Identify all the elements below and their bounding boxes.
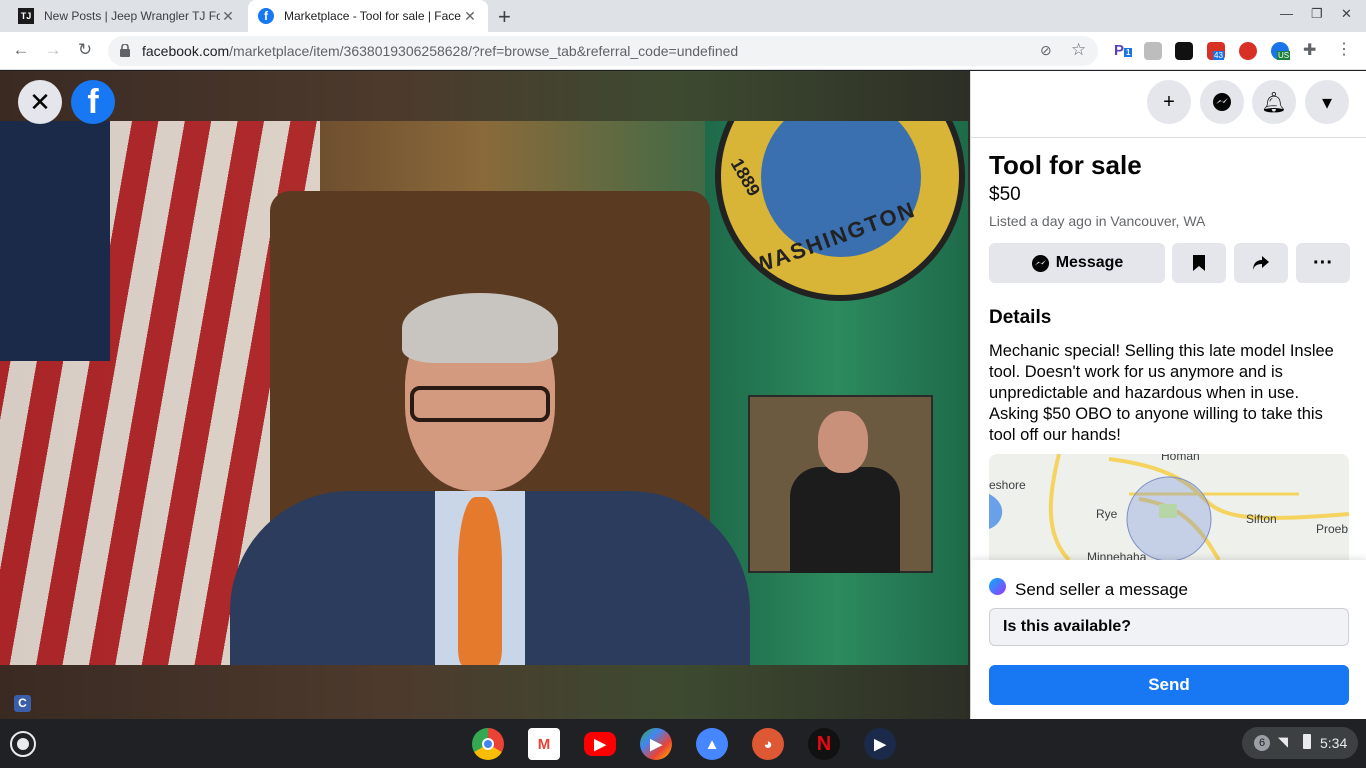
speaker-hair: [402, 293, 558, 363]
account-chevron-down-icon[interactable]: ▾: [1305, 80, 1349, 124]
tie: [458, 497, 502, 665]
create-plus-icon[interactable]: +: [1147, 80, 1191, 124]
extensions-puzzle-icon[interactable]: ✚: [1303, 40, 1321, 59]
facebook-logo-icon[interactable]: f: [71, 80, 115, 124]
extension-shield-icon[interactable]: [1239, 42, 1257, 60]
notifications-bell-icon[interactable]: 🔔︎: [1252, 80, 1296, 124]
interpreter-body: [790, 467, 900, 573]
listing-meta: Listed a day ago in Vancouver, WA: [989, 213, 1206, 229]
close-tab-icon[interactable]: ✕: [462, 8, 478, 25]
message-button[interactable]: Message: [989, 243, 1165, 283]
close-viewer-button[interactable]: ✕: [18, 80, 62, 124]
tab-marketplace[interactable]: f Marketplace - Tool for sale | Face ✕: [248, 0, 488, 32]
reload-icon[interactable]: ↻: [74, 40, 96, 60]
map-label: eshore: [989, 478, 1026, 492]
save-button[interactable]: [1172, 243, 1226, 283]
details-text: Mechanic special! Selling this late mode…: [989, 342, 1334, 444]
tab-jeep-forum[interactable]: TJ New Posts | Jeep Wrangler TJ Fo ✕: [8, 0, 246, 32]
details-heading: Details: [989, 307, 1052, 328]
bookmark-icon: [1193, 255, 1205, 271]
launcher-icon[interactable]: [10, 731, 36, 757]
close-window-icon[interactable]: ✕: [1341, 6, 1352, 22]
more-options-button[interactable]: ···: [1296, 243, 1350, 283]
battery-icon: [1303, 734, 1311, 749]
speaker: [230, 293, 750, 665]
lock-icon: [120, 44, 130, 57]
tab-title: Marketplace - Tool for sale | Face: [284, 9, 461, 23]
extension-gray-icon[interactable]: [1144, 42, 1162, 60]
listing-title: Tool for sale: [989, 150, 1142, 180]
youtube-icon[interactable]: ▶: [584, 732, 616, 756]
share-arrow-icon: [1253, 256, 1269, 270]
extension-dark-icon[interactable]: [1175, 42, 1193, 60]
play-store-icon[interactable]: ▶: [640, 728, 672, 760]
extension-vpn-icon[interactable]: US: [1271, 42, 1291, 60]
tab-strip: TJ New Posts | Jeep Wrangler TJ Fo ✕ f M…: [0, 0, 1366, 32]
extension-p-icon[interactable]: P1: [1114, 42, 1133, 60]
corner-c-icon[interactable]: C: [14, 695, 31, 712]
top-icon-bar: + 🔔︎ ▾: [971, 71, 1366, 138]
tab-title: New Posts | Jeep Wrangler TJ Fo: [44, 9, 220, 23]
extension-red-icon[interactable]: 43: [1207, 42, 1225, 60]
media-player-icon[interactable]: ▶: [864, 728, 896, 760]
interpreter-head: [818, 411, 868, 473]
message-input[interactable]: [989, 608, 1349, 646]
browser-toolbar: ← → ↻ facebook.com/marketplace/item/3638…: [0, 32, 1366, 70]
chrome-icon[interactable]: [472, 728, 504, 760]
restore-icon[interactable]: ❐: [1311, 6, 1323, 22]
location-map[interactable]: Homan eshore Rye Sifton Proeb Minnehaha: [989, 454, 1349, 560]
tj-favicon-icon: TJ: [18, 8, 34, 24]
duckduckgo-icon[interactable]: ◕: [752, 728, 784, 760]
send-button[interactable]: Send: [989, 665, 1349, 705]
url-text: facebook.com/marketplace/item/3638019306…: [142, 43, 739, 59]
sign-interpreter-inset: [748, 395, 933, 573]
listing-price: $50: [989, 184, 1021, 205]
glasses: [410, 386, 550, 422]
forward-icon[interactable]: →: [42, 40, 64, 60]
us-flag-field: [0, 121, 110, 361]
map-label: Rye: [1096, 507, 1118, 521]
nordvpn-icon[interactable]: ▲: [696, 728, 728, 760]
messenger-icon: [1031, 254, 1049, 272]
notification-count: 6: [1254, 735, 1270, 751]
eye-off-icon[interactable]: ⊘: [1040, 42, 1052, 59]
wifi-icon: ◥: [1278, 734, 1288, 749]
new-tab-icon[interactable]: +: [498, 4, 511, 30]
photo-viewer: WASHINGTON 1889 ✕ f C: [0, 71, 970, 719]
send-heading: Send seller a message: [1015, 580, 1188, 599]
messenger-icon[interactable]: [1200, 80, 1244, 124]
message-button-label: Message: [1055, 254, 1124, 271]
map-label: Homan: [1161, 454, 1200, 463]
share-button[interactable]: [1234, 243, 1288, 283]
netflix-icon[interactable]: N: [808, 728, 840, 760]
os-shelf: M ▶ ▶ ▲ ◕ N ▶ 6 ◥ 5:34: [0, 719, 1366, 768]
minimize-icon[interactable]: —: [1280, 6, 1293, 21]
map-roads: [989, 454, 1349, 560]
browser-menu-icon[interactable]: ⋮: [1336, 39, 1354, 58]
seal-year: 1889: [726, 154, 765, 200]
map-label: Sifton: [1246, 512, 1277, 526]
facebook-favicon-icon: f: [258, 8, 274, 24]
system-tray[interactable]: 6 ◥ 5:34: [1242, 727, 1358, 759]
send-message-section: Send seller a message Send: [971, 560, 1366, 719]
map-label: Minnehaha: [1087, 550, 1147, 560]
gmail-icon[interactable]: M: [528, 728, 560, 760]
messenger-icon: [989, 578, 1006, 595]
bookmark-star-icon[interactable]: ☆: [1071, 40, 1086, 60]
close-tab-icon[interactable]: ✕: [220, 8, 236, 25]
listing-panel: + 🔔︎ ▾ Tool for sale $50 Listed a day ag…: [970, 71, 1366, 719]
map-label: Proeb: [1316, 522, 1349, 536]
clock: 5:34: [1320, 735, 1348, 751]
listing-photo[interactable]: WASHINGTON 1889: [0, 121, 968, 665]
address-bar[interactable]: facebook.com/marketplace/item/3638019306…: [108, 36, 1098, 66]
back-icon[interactable]: ←: [10, 40, 32, 60]
